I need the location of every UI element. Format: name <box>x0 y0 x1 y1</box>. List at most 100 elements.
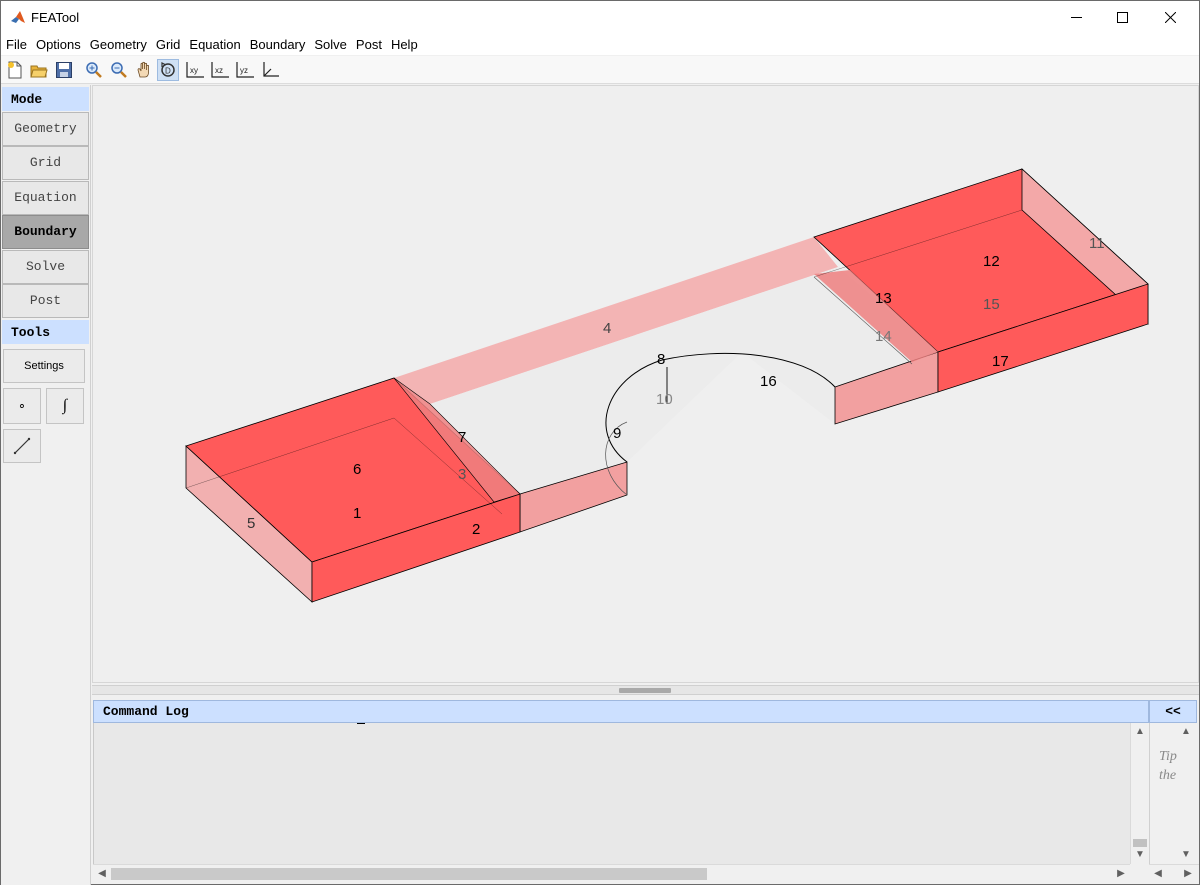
view-xy-icon: xy <box>186 62 204 78</box>
view-yz-icon: yz <box>236 62 254 78</box>
menu-grid[interactable]: Grid <box>151 34 185 55</box>
mode-grid-button[interactable]: Grid <box>2 146 89 180</box>
mode-solve-button[interactable]: Solve <box>2 250 89 284</box>
view-xz-icon: xz <box>211 62 229 78</box>
new-file-icon <box>8 61 22 79</box>
boundary-label-12: 12 <box>983 253 1000 270</box>
new-file-button[interactable] <box>4 59 26 81</box>
boundary-label-14: 14 <box>875 328 892 345</box>
boundary-label-3: 3 <box>458 466 466 483</box>
window-title: FEATool <box>31 10 80 25</box>
left-panel: Mode Geometry Grid Equation Boundary Sol… <box>1 85 91 885</box>
boundary-label-11: 11 <box>1089 235 1105 252</box>
point-tool-button[interactable]: ∘ <box>3 388 41 424</box>
zoom-in-button[interactable] <box>83 59 105 81</box>
tips-scroll-up-icon[interactable]: ▲ <box>1178 726 1194 737</box>
boundary-label-9: 9 <box>613 425 621 442</box>
close-button[interactable] <box>1147 1 1193 34</box>
zoom-out-icon <box>111 62 127 78</box>
mode-post-button[interactable]: Post <box>2 284 89 318</box>
geometry-canvas[interactable]: 1 2 3 4 5 6 7 8 9 10 11 12 13 14 15 16 1… <box>92 85 1199 683</box>
save-icon <box>56 62 72 78</box>
featool-window: FEATool File Options Geometry Grid Equat… <box>0 0 1200 885</box>
svg-text:yz: yz <box>240 66 248 75</box>
boundary-label-6: 6 <box>353 461 361 478</box>
axes-icon <box>263 62 279 77</box>
boundary-label-16: 16 <box>760 373 777 390</box>
scroll-left-icon[interactable]: ◀ <box>94 868 110 879</box>
toolbar: D xy xz yz <box>1 56 1199 84</box>
minimize-icon <box>1070 17 1082 18</box>
scroll-up-icon[interactable]: ▲ <box>1132 726 1148 737</box>
command-log-horizontal-scrollbar[interactable]: ◀ ▶ <box>93 864 1130 882</box>
boundary-label-2: 2 <box>472 521 480 538</box>
pan-button[interactable] <box>133 59 155 81</box>
boundary-label-1: 1 <box>353 505 361 522</box>
tips-scroll-down-icon[interactable]: ▼ <box>1178 849 1194 860</box>
view-xy-button[interactable]: xy <box>184 59 206 81</box>
menu-options[interactable]: Options <box>31 34 85 55</box>
mode-header: Mode <box>2 87 89 111</box>
rotate-3d-button[interactable]: D <box>157 59 179 81</box>
maximize-button[interactable] <box>1099 1 1145 34</box>
tips-line-2: the <box>1159 768 1177 783</box>
text-cursor <box>357 723 365 724</box>
mode-geometry-button[interactable]: Geometry <box>2 112 89 146</box>
menu-bar: File Options Geometry Grid Equation Boun… <box>1 34 1199 55</box>
boundary-label-15: 15 <box>983 296 1000 313</box>
zoom-in-icon <box>86 62 102 78</box>
geometry-plot[interactable]: 1 2 3 4 5 6 7 8 9 10 11 12 13 14 15 16 1… <box>93 86 1198 682</box>
menu-equation[interactable]: Equation <box>184 34 244 55</box>
function-tool-button[interactable]: ∫ <box>46 388 84 424</box>
vertical-scroll-thumb[interactable] <box>1133 839 1147 847</box>
boundary-label-17: 17 <box>992 353 1009 370</box>
command-log-header: Command Log <box>93 700 1149 723</box>
horizontal-scroll-thumb[interactable] <box>111 868 707 880</box>
mode-boundary-button[interactable]: Boundary <box>2 215 89 249</box>
axes-toggle-button[interactable] <box>259 59 281 81</box>
open-file-button[interactable] <box>28 59 50 81</box>
menu-boundary[interactable]: Boundary <box>245 34 310 55</box>
matlab-logo-icon <box>11 11 25 23</box>
open-folder-icon <box>30 65 48 78</box>
boundary-label-8: 8 <box>657 351 665 368</box>
tips-scroll-right-icon[interactable]: ▶ <box>1180 868 1196 879</box>
menu-post[interactable]: Post <box>351 34 386 55</box>
mode-equation-button[interactable]: Equation <box>2 181 89 215</box>
tips-line-1: Tip <box>1159 749 1177 764</box>
pan-hand-icon <box>137 61 149 78</box>
tips-panel: Tip the ▲ ▼ <box>1149 723 1199 864</box>
splitter-grip[interactable] <box>619 688 671 693</box>
line-tool-icon <box>13 437 31 455</box>
scroll-down-icon[interactable]: ▼ <box>1132 849 1148 860</box>
svg-text:xy: xy <box>190 66 198 75</box>
title-bar: FEATool <box>1 1 1199 34</box>
tips-horizontal-scrollbar[interactable]: ◀ ▶ <box>1149 864 1199 882</box>
menu-help[interactable]: Help <box>386 34 422 55</box>
minimize-button[interactable] <box>1053 1 1099 34</box>
view-yz-button[interactable]: yz <box>234 59 256 81</box>
tips-scroll-left-icon[interactable]: ◀ <box>1150 868 1166 879</box>
collapse-log-button[interactable]: << <box>1149 700 1197 723</box>
zoom-out-button[interactable] <box>108 59 130 81</box>
view-xz-button[interactable]: xz <box>209 59 231 81</box>
close-icon <box>1164 12 1176 23</box>
panel-splitter[interactable] <box>92 685 1199 695</box>
boundary-label-5: 5 <box>247 515 255 532</box>
settings-button[interactable]: Settings <box>3 349 85 383</box>
menu-solve[interactable]: Solve <box>309 34 351 55</box>
line-tool-button[interactable] <box>3 429 41 463</box>
maximize-icon <box>1116 12 1128 23</box>
boundary-label-4: 4 <box>603 320 611 337</box>
tools-header: Tools <box>2 320 89 344</box>
svg-text:D: D <box>165 67 171 76</box>
boundary-label-10: 10 <box>656 391 673 408</box>
scroll-right-icon[interactable]: ▶ <box>1113 868 1129 879</box>
boundary-label-13: 13 <box>875 290 892 307</box>
command-log-vertical-scrollbar[interactable]: ▲ ▼ <box>1130 723 1148 864</box>
save-button[interactable] <box>53 59 75 81</box>
menu-geometry[interactable]: Geometry <box>85 34 151 55</box>
boundary-label-7: 7 <box>458 429 466 446</box>
menu-file[interactable]: File <box>1 34 31 55</box>
command-log-text-area[interactable] <box>93 723 1130 864</box>
